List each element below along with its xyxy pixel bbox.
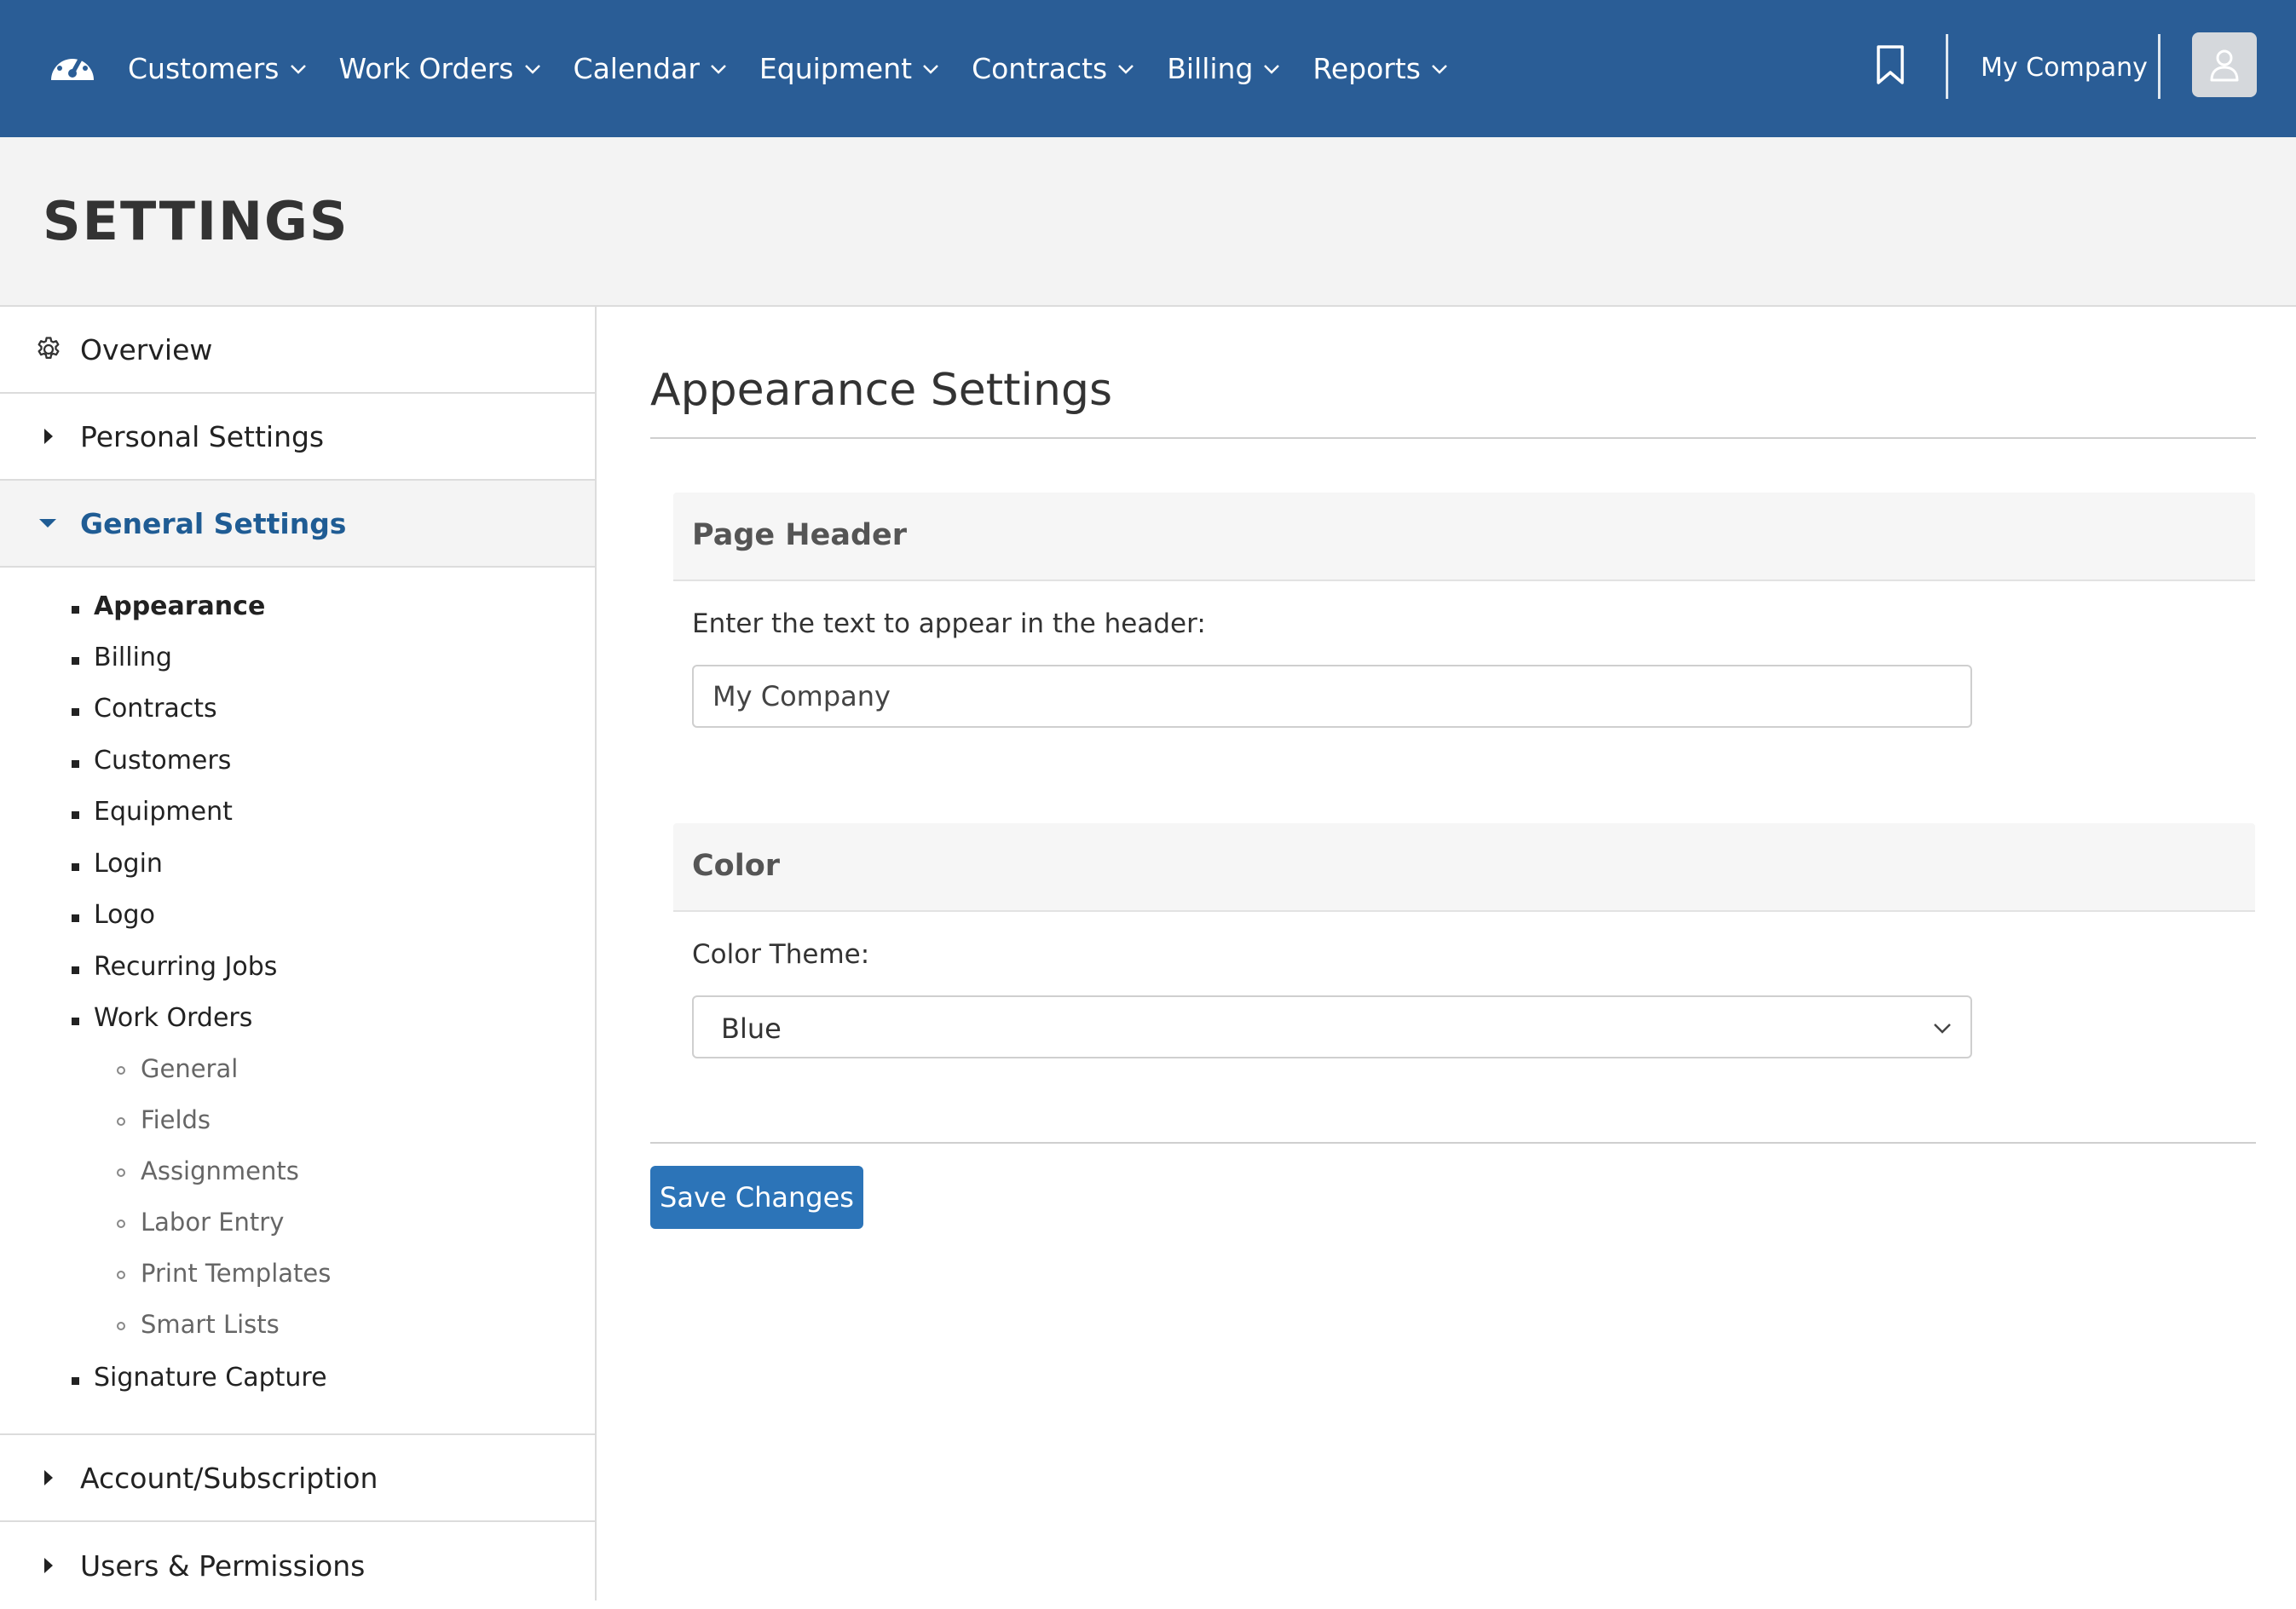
- nav-reports[interactable]: Reports: [1312, 52, 1448, 85]
- nav-calendar[interactable]: Calendar: [574, 52, 727, 85]
- panel-title: Page Header: [692, 518, 908, 552]
- header-text-label: Enter the text to appear in the header:: [692, 608, 1206, 639]
- sidebar-subitem-work-orders[interactable]: Work Orders: [71, 1003, 252, 1033]
- caret-right-icon: [44, 1470, 53, 1485]
- sidebar-item-overview[interactable]: Overview: [0, 307, 595, 394]
- chevron-down-icon: [1118, 64, 1134, 74]
- sidebar-subitem-recurring-jobs[interactable]: Recurring Jobs: [71, 952, 277, 982]
- sidebar-subitem-logo[interactable]: Logo: [72, 900, 155, 930]
- sidebar-subitem-signature-capture[interactable]: Signature Capture: [72, 1363, 327, 1393]
- sidebar-item-personal-settings[interactable]: Personal Settings: [0, 394, 595, 481]
- company-switcher[interactable]: My Company: [1981, 53, 2148, 83]
- sidebar-subsubitem-general[interactable]: General: [116, 1054, 238, 1083]
- page-title: SETTINGS: [43, 190, 349, 252]
- sidebar-subitem-contracts[interactable]: Contracts: [72, 694, 217, 724]
- sidebar-subsubitem-assignments[interactable]: Assignments: [117, 1156, 299, 1185]
- sidebar-subitem-appearance[interactable]: Appearance: [71, 591, 265, 621]
- color-panel-heading: Color: [673, 823, 2255, 912]
- sidebar-subitem-equipment[interactable]: Equipment: [72, 797, 233, 827]
- nav-work-orders[interactable]: Work Orders: [339, 52, 541, 85]
- top-navbar: Customers Work Orders Calendar Equipment…: [0, 0, 2296, 137]
- dashboard-gauge-icon[interactable]: [48, 43, 97, 84]
- caret-right-icon: [44, 429, 53, 444]
- chevron-down-icon: [1264, 64, 1280, 74]
- panel-title: Color: [692, 849, 781, 883]
- sidebar-subsubitem-smart-lists[interactable]: Smart Lists: [117, 1310, 280, 1339]
- page-header: SETTINGS: [0, 137, 2296, 307]
- section-title: Appearance Settings: [650, 365, 1113, 416]
- bookmark-icon[interactable]: [1875, 44, 1906, 85]
- chevron-down-icon: [923, 64, 938, 74]
- gear-icon: [37, 337, 60, 360]
- sidebar-subitem-billing[interactable]: Billing: [72, 643, 172, 672]
- sidebar-item-account-subscription[interactable]: Account/Subscription: [0, 1435, 595, 1522]
- chevron-down-icon: [711, 64, 726, 74]
- sidebar-subsubitem-fields[interactable]: Fields: [116, 1105, 211, 1134]
- chevron-down-icon: [1432, 64, 1447, 74]
- sidebar-subitem-customers[interactable]: Customers: [71, 746, 231, 776]
- settings-sidebar: Overview Personal Settings General Setti…: [0, 307, 597, 1600]
- save-changes-button[interactable]: Save Changes: [650, 1166, 863, 1229]
- nav-billing[interactable]: Billing: [1167, 52, 1280, 85]
- header-text-input[interactable]: [692, 665, 1972, 728]
- nav-contracts[interactable]: Contracts: [972, 52, 1134, 85]
- title-divider: [650, 437, 2256, 439]
- sidebar-item-users-permissions[interactable]: Users & Permissions: [0, 1522, 595, 1609]
- sidebar-subsubitem-print-templates[interactable]: Print Templates: [116, 1259, 331, 1288]
- nav-divider: [2158, 34, 2160, 99]
- sidebar-subitem-login[interactable]: Login: [72, 849, 163, 879]
- page-header-panel-heading: Page Header: [673, 493, 2255, 581]
- caret-down-icon: [39, 519, 56, 528]
- form-footer-divider: [650, 1142, 2256, 1144]
- nav-customers[interactable]: Customers: [128, 52, 307, 85]
- color-theme-label: Color Theme:: [692, 939, 870, 970]
- chevron-down-icon: [524, 64, 540, 74]
- general-settings-submenu: Appearance Billing Contracts Customers E…: [0, 569, 595, 1435]
- nav-equipment[interactable]: Equipment: [759, 52, 939, 85]
- user-icon: [2210, 49, 2239, 82]
- color-theme-select[interactable]: Blue: [692, 995, 1972, 1058]
- chevron-down-icon: [1934, 1024, 1951, 1034]
- chevron-down-icon: [290, 64, 306, 74]
- user-avatar-button[interactable]: [2192, 32, 2257, 97]
- main-menu: Customers Work Orders Calendar Equipment…: [128, 0, 1480, 137]
- sidebar-subsubitem-labor-entry[interactable]: Labor Entry: [116, 1208, 284, 1237]
- nav-divider: [1946, 34, 1948, 99]
- caret-right-icon: [44, 1558, 53, 1573]
- sidebar-item-general-settings[interactable]: General Settings: [0, 481, 595, 568]
- selected-value: Blue: [721, 1012, 782, 1045]
